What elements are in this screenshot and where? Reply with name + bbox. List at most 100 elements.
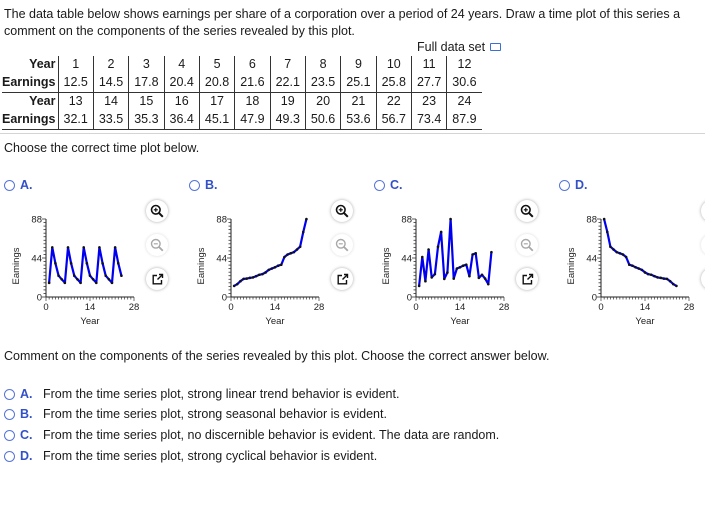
plot-option-letter: B. <box>205 178 218 192</box>
table-row-year: Year 13 14 15 16 17 18 19 20 21 22 23 24 <box>2 92 482 111</box>
earnings-cell: 45.1 <box>198 111 235 130</box>
data-point <box>455 267 459 270</box>
data-point <box>662 277 666 280</box>
data-table: Year 1 2 3 4 5 6 7 8 9 10 11 12 Earnings 12.5 14.5 17.8 2… <box>2 56 482 130</box>
zoom-in-button[interactable] <box>331 200 353 222</box>
table-row-year: Year 1 2 3 4 5 6 7 8 9 10 11 12 <box>2 56 482 74</box>
data-point <box>430 276 434 279</box>
earnings-cell: 20.8 <box>198 74 235 93</box>
data-point <box>646 272 650 276</box>
zoom-out-button[interactable] <box>331 234 353 256</box>
data-point <box>257 273 261 277</box>
answer-text: From the time series plot, no discernibl… <box>43 428 500 442</box>
full-data-set-label: Full data set <box>417 40 486 54</box>
radio-button-icon[interactable] <box>4 451 15 462</box>
x-tick-label: 28 <box>684 302 695 313</box>
answer-option[interactable]: C. From the time series plot, no discerni… <box>4 427 499 444</box>
x-tick-label: 14 <box>85 302 96 313</box>
year-cell: 17 <box>198 92 235 111</box>
data-point <box>267 268 271 272</box>
plot-option-radio[interactable]: D. <box>559 178 588 192</box>
year-cell: 13 <box>57 92 94 111</box>
year-cell: 24 <box>446 92 482 111</box>
y-tick-label: 88 <box>586 215 597 226</box>
table-row-earnings: Earnings 32.1 33.5 35.3 36.4 45.1 47.9 49.3 50.6… <box>2 111 482 130</box>
zoom-out-button[interactable] <box>516 234 538 256</box>
data-point <box>486 282 490 286</box>
data-point <box>242 277 245 281</box>
data-point <box>57 274 60 278</box>
answer-option[interactable]: B. From the time series plot, strong seas… <box>4 406 387 423</box>
earnings-cell: 27.7 <box>410 74 447 93</box>
data-point <box>283 255 286 259</box>
radio-button-icon[interactable] <box>189 180 200 191</box>
data-point <box>286 253 289 256</box>
data-point <box>301 230 305 234</box>
answer-letter: C. <box>20 428 33 442</box>
year-cell: 1 <box>57 56 94 74</box>
answer-option[interactable]: A. From the time series plot, strong line… <box>4 386 399 403</box>
zoom-out-icon <box>335 238 349 252</box>
components-prompt: Comment on the components of the series … <box>4 349 550 363</box>
plot-option-letter: D. <box>575 178 588 192</box>
answer-option[interactable]: D. From the time series plot, strong cycl… <box>4 448 377 465</box>
zoom-in-button[interactable] <box>146 200 168 222</box>
data-point <box>671 282 675 286</box>
data-point <box>634 266 637 269</box>
data-point <box>605 230 609 234</box>
data-point <box>82 246 86 249</box>
popout-button[interactable] <box>331 268 353 290</box>
year-cell: 2 <box>92 56 129 74</box>
data-point <box>101 262 104 265</box>
full-data-set-link[interactable]: Full data set <box>417 40 502 54</box>
plot-option-radio[interactable]: A. <box>4 178 33 192</box>
year-cell: 14 <box>92 92 129 111</box>
data-point <box>235 282 239 286</box>
year-cell: 10 <box>375 56 412 74</box>
data-point <box>602 217 606 221</box>
data-point <box>653 274 656 278</box>
x-tick-label: 14 <box>455 302 466 313</box>
year-cell: 16 <box>163 92 200 111</box>
zoom-in-icon <box>150 204 164 218</box>
radio-button-icon[interactable] <box>4 409 15 420</box>
x-tick-label: 28 <box>499 302 510 313</box>
data-point <box>69 262 73 265</box>
radio-button-icon[interactable] <box>559 180 570 191</box>
popout-button[interactable] <box>516 268 538 290</box>
y-axis-label: Eamings <box>381 247 392 284</box>
radio-button-icon[interactable] <box>4 180 15 191</box>
question-text: The data table below shows earnings per … <box>4 6 705 40</box>
time-plot-chart: 0 44 88 0 14 28 Year Eamings <box>196 215 324 328</box>
data-point <box>85 262 89 265</box>
zoom-out-button[interactable] <box>146 234 168 256</box>
data-point <box>474 252 478 255</box>
plot-option-radio[interactable]: B. <box>189 178 218 192</box>
plot-option-radio[interactable]: C. <box>374 178 403 192</box>
data-point <box>54 262 57 265</box>
zoom-in-button[interactable] <box>516 200 538 222</box>
year-cell: 21 <box>340 92 377 111</box>
answer-letter: A. <box>20 387 33 401</box>
data-point <box>298 245 302 249</box>
answer-text: From the time series plot, strong linear… <box>43 387 400 401</box>
popout-button[interactable] <box>146 268 168 290</box>
x-tick-label: 0 <box>413 302 418 313</box>
data-point <box>449 217 452 221</box>
table-row-earnings: Earnings 12.5 14.5 17.8 20.4 20.8 21.6 22.1 23.5… <box>2 74 482 93</box>
y-tick-label: 88 <box>216 215 227 226</box>
year-cell: 20 <box>304 92 341 111</box>
radio-button-icon[interactable] <box>4 430 15 441</box>
radio-button-icon[interactable] <box>4 389 15 400</box>
x-tick-label: 28 <box>129 302 140 313</box>
year-cell: 15 <box>128 92 165 111</box>
popout-icon <box>336 273 349 286</box>
data-point <box>461 264 465 268</box>
radio-button-icon[interactable] <box>374 180 385 191</box>
data-point <box>76 277 79 281</box>
data-point <box>72 274 76 278</box>
earnings-cell: 20.4 <box>163 74 200 93</box>
data-point <box>656 276 659 279</box>
y-tick-label: 0 <box>592 293 597 304</box>
x-axis-label: Year <box>635 316 654 327</box>
